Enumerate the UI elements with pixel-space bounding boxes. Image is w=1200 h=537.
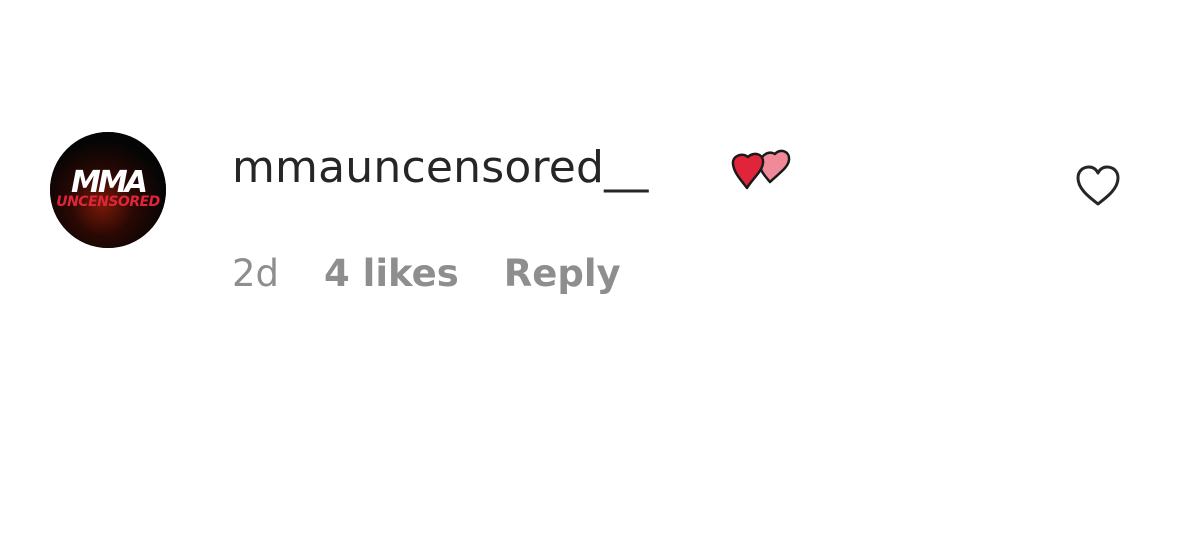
comment-meta: 2d 4 likes Reply <box>232 248 621 298</box>
likes-count-button[interactable]: 4 likes <box>324 252 459 295</box>
avatar-logo: MMA UNCENSORED <box>50 132 166 248</box>
comment-row: MMA UNCENSORED mmauncensored__ 2d 4 like… <box>0 0 1200 537</box>
avatar-logo-bottom: UNCENSORED <box>56 194 160 210</box>
timestamp: 2d <box>232 251 280 295</box>
heart-outline-icon[interactable] <box>1074 164 1122 208</box>
username-link[interactable]: mmauncensored__ <box>232 140 649 196</box>
two-hearts-icon <box>730 142 792 194</box>
reply-button[interactable]: Reply <box>504 252 621 295</box>
avatar[interactable]: MMA UNCENSORED <box>50 132 166 248</box>
